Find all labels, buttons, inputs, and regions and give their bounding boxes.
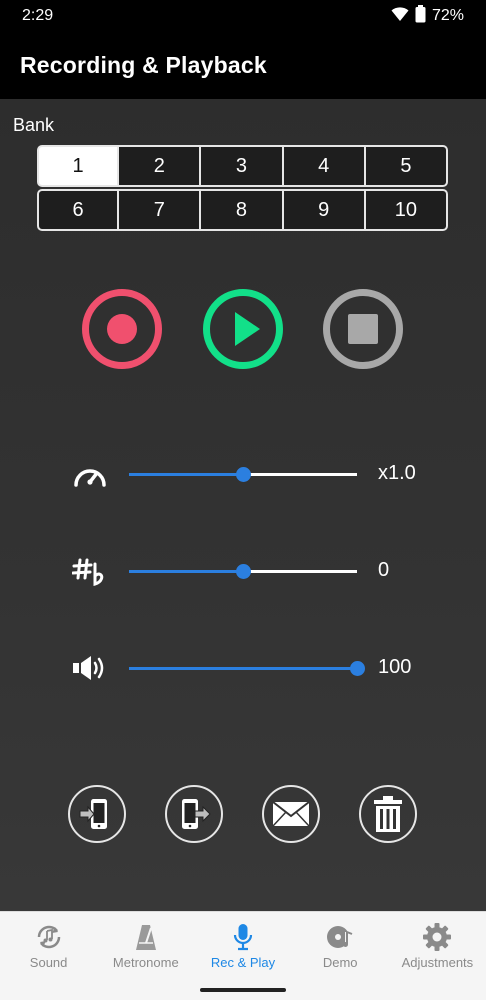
transpose-slider-row: 0 <box>0 551 486 591</box>
bank-button-5[interactable]: 5 <box>365 145 448 187</box>
stop-icon <box>348 314 378 344</box>
tempo-value: x1.0 <box>378 462 416 484</box>
transport-controls <box>0 289 486 369</box>
export-icon <box>182 799 211 829</box>
battery-percent: 72% <box>431 7 464 24</box>
bank-button-2[interactable]: 2 <box>119 145 202 187</box>
tempo-slider-thumb[interactable] <box>236 467 251 482</box>
sharp-flat-icon <box>70 555 110 587</box>
speedometer-icon <box>70 458 110 490</box>
nav-item-sound[interactable]: Sound <box>0 912 97 980</box>
bank-button-6[interactable]: 6 <box>37 189 120 231</box>
wifi-icon <box>391 6 409 27</box>
tempo-slider-fill <box>129 473 243 476</box>
metronome-icon <box>131 922 161 952</box>
nav-item-demo[interactable]: Demo <box>292 912 389 980</box>
mail-button[interactable] <box>262 785 320 843</box>
transpose-value: 0 <box>378 559 390 581</box>
microphone-icon <box>228 922 258 952</box>
stop-button[interactable] <box>323 289 403 369</box>
nav-label-rec-play: Rec & Play <box>210 955 276 970</box>
mail-icon <box>272 801 310 827</box>
play-icon <box>235 312 260 346</box>
volume-slider-thumb[interactable] <box>350 661 365 676</box>
app-bar: Recording & Playback <box>0 32 486 99</box>
transpose-slider[interactable] <box>129 564 357 579</box>
transpose-slider-thumb[interactable] <box>236 564 251 579</box>
page-title: Recording & Playback <box>20 52 267 78</box>
nav-item-metronome[interactable]: Metronome <box>97 912 194 980</box>
main-content: Bank 1 2 3 4 5 6 7 8 9 10 x1.0 0 100 <box>0 99 486 911</box>
delete-button[interactable] <box>359 785 417 843</box>
record-icon <box>107 314 137 344</box>
bottom-navigation: Sound Metronome Rec & Play Demo Adjustme… <box>0 911 486 980</box>
nav-label-demo: Demo <box>322 955 358 970</box>
nav-label-adjustments: Adjustments <box>401 955 474 970</box>
volume-slider-row: 100 <box>0 648 486 688</box>
speaker-icon <box>70 652 110 684</box>
play-button[interactable] <box>203 289 283 369</box>
status-bar: 2:29 72% <box>0 0 486 32</box>
nav-item-adjustments[interactable]: Adjustments <box>389 912 486 980</box>
gear-icon <box>422 922 452 952</box>
volume-slider[interactable] <box>129 661 365 676</box>
bank-button-3[interactable]: 3 <box>201 145 284 187</box>
bank-button-9[interactable]: 9 <box>283 189 366 231</box>
demo-disc-icon <box>325 922 355 952</box>
file-actions <box>0 785 486 845</box>
import-icon <box>79 799 107 829</box>
volume-slider-fill <box>129 667 357 670</box>
battery-icon <box>415 4 426 28</box>
bank-button-7[interactable]: 7 <box>119 189 202 231</box>
record-button[interactable] <box>82 289 162 369</box>
bank-button-4[interactable]: 4 <box>283 145 366 187</box>
status-icons: 72% <box>391 4 464 28</box>
bank-selector: 1 2 3 4 5 6 7 8 9 10 <box>37 145 448 231</box>
bank-button-8[interactable]: 8 <box>201 189 284 231</box>
import-button[interactable] <box>68 785 126 843</box>
export-button[interactable] <box>165 785 223 843</box>
nav-item-rec-play[interactable]: Rec & Play <box>194 912 291 980</box>
trash-icon <box>374 796 402 832</box>
home-gesture-bar[interactable] <box>200 988 286 992</box>
tempo-slider[interactable] <box>129 467 357 482</box>
bank-label: Bank <box>13 115 55 135</box>
nav-label-metronome: Metronome <box>112 955 179 970</box>
nav-label-sound: Sound <box>29 955 68 970</box>
bank-button-10[interactable]: 10 <box>365 189 448 231</box>
sound-icon <box>34 922 64 952</box>
status-time: 2:29 <box>22 7 54 24</box>
volume-value: 100 <box>378 656 412 678</box>
bank-button-1[interactable]: 1 <box>37 145 120 187</box>
transpose-slider-fill <box>129 570 243 573</box>
tempo-slider-row: x1.0 <box>0 454 486 494</box>
gesture-area <box>0 980 486 1000</box>
